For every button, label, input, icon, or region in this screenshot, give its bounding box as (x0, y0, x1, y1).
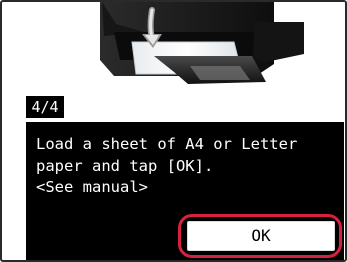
printer-display-screen: 4/4 Load a sheet of A4 or Letter paper a… (0, 0, 347, 262)
message-line-1: Load a sheet of A4 or Letter (36, 135, 298, 153)
step-indicator: 4/4 (26, 96, 64, 118)
printer-paper-load-illustration (4, 2, 345, 94)
printer-illustration-icon (100, 2, 304, 84)
ok-button[interactable]: OK (187, 221, 335, 251)
see-manual-link: <See manual> (36, 178, 148, 196)
message-line-2: paper and tap [OK]. (36, 157, 214, 175)
